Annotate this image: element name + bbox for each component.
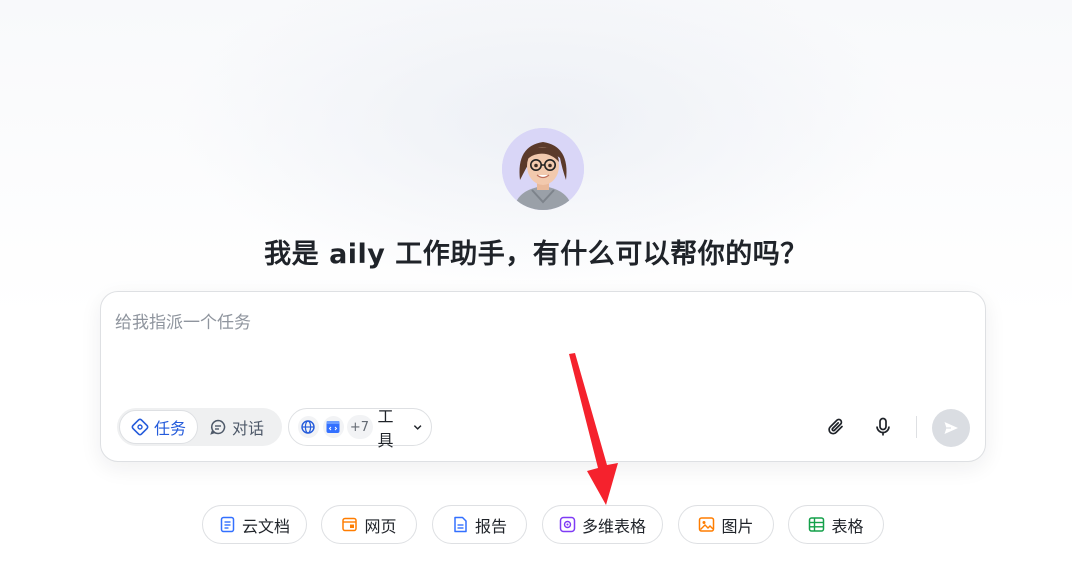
- paperclip-icon: [828, 418, 843, 435]
- send-button[interactable]: [932, 409, 970, 447]
- chip-label: 云文档: [241, 516, 290, 536]
- assistant-avatar: [502, 128, 584, 210]
- chip-cloud-doc[interactable]: 云文档: [202, 505, 307, 544]
- mode-task-label: 任务: [154, 419, 187, 438]
- chip-label: 报告: [474, 516, 507, 536]
- chip-sheet[interactable]: 表格: [788, 505, 884, 544]
- mode-chat-button[interactable]: 对话: [198, 410, 275, 444]
- page-title: 我是 aily 工作助手，有什么可以帮你的吗？: [264, 239, 808, 270]
- toolbar-divider: [916, 416, 917, 438]
- chevron-down-icon: [413, 425, 422, 430]
- chip-label: 网页: [364, 516, 397, 536]
- chip-report[interactable]: 报告: [432, 505, 527, 544]
- sheet-icon: [809, 517, 825, 532]
- annotation-arrow: [569, 353, 618, 505]
- doc-icon: [220, 516, 235, 533]
- chip-label: 表格: [831, 516, 864, 536]
- chip-image[interactable]: 图片: [678, 505, 774, 544]
- tools-extra-count: +7: [346, 415, 373, 439]
- chip-label: 多维表格: [581, 516, 646, 536]
- chat-icon: [210, 419, 226, 435]
- webpage-icon: [342, 517, 358, 532]
- mode-toggle: 任务 对话: [117, 408, 282, 446]
- image-icon: [699, 517, 715, 532]
- chip-webpage[interactable]: 网页: [321, 505, 417, 544]
- report-icon: [454, 516, 467, 533]
- tools-dropdown[interactable]: +7 工具: [288, 407, 432, 450]
- mode-task-button[interactable]: 任务: [119, 410, 199, 444]
- microphone-icon: [876, 417, 890, 436]
- code-icon: [321, 415, 345, 439]
- task-input-card: 任务 对话 +7 工具: [100, 291, 986, 462]
- attach-button[interactable]: [821, 412, 851, 442]
- bitable-icon: [559, 516, 576, 533]
- send-icon: [944, 422, 958, 434]
- mode-chat-label: 对话: [232, 419, 265, 438]
- task-icon: [131, 418, 149, 436]
- chip-bitable[interactable]: 多维表格: [542, 505, 663, 544]
- task-input[interactable]: [115, 308, 955, 388]
- voice-input-button[interactable]: [868, 412, 898, 442]
- globe-icon: [297, 415, 320, 439]
- tools-label: 工具: [377, 407, 394, 450]
- chip-label: 图片: [721, 516, 754, 536]
